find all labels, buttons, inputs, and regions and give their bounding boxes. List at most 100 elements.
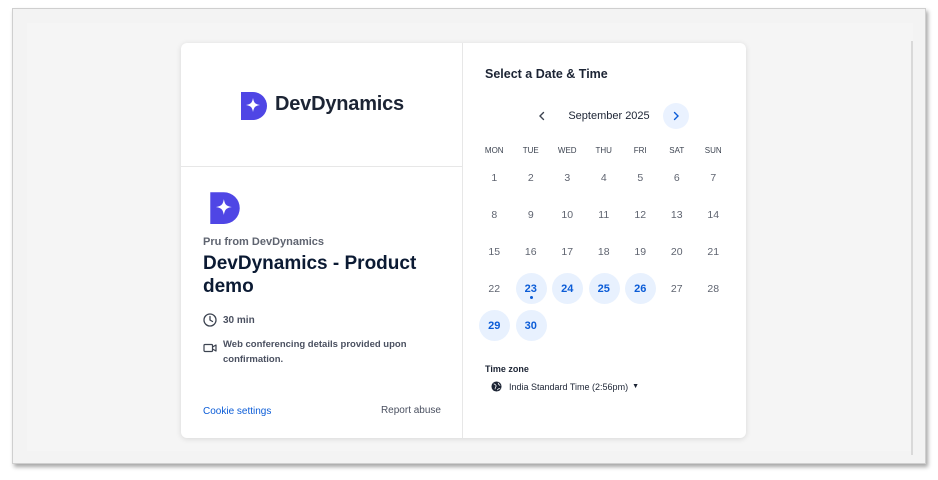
- today-indicator-dot: [529, 296, 533, 299]
- brand-name: DevDynamics: [275, 93, 404, 115]
- timezone-selector[interactable]: India Standard Time (2:56pm) ▼: [491, 381, 639, 392]
- calendar-date: 4: [586, 159, 623, 196]
- weekday-header: MON TUE WED THU FRI SAT SUN: [476, 146, 732, 155]
- date-number: 7: [710, 171, 717, 184]
- date-number: 11: [598, 208, 610, 221]
- conferencing-text: Web conferencing details provided upon c…: [223, 339, 407, 365]
- calendar-date: 1: [476, 159, 513, 196]
- date-number: 10: [561, 208, 574, 221]
- weekday-label: SAT: [669, 146, 685, 155]
- date-number: 2: [527, 171, 534, 184]
- calendar-date: 19: [622, 233, 659, 270]
- calendar-date: 12: [622, 196, 659, 233]
- calendar-date: 27: [659, 270, 696, 307]
- date-number: 25: [597, 282, 610, 295]
- weekday-label: TUE: [522, 146, 539, 155]
- date-number: 29: [488, 319, 501, 332]
- weekday-label: THU: [595, 146, 612, 155]
- calendar-date: 17: [549, 233, 586, 270]
- host-avatar-logo-icon: [210, 192, 240, 224]
- calendar-date: 7: [695, 159, 732, 196]
- calendar-date: 22: [476, 270, 513, 307]
- date-number: 15: [488, 245, 501, 258]
- calendar-date: 11: [586, 196, 623, 233]
- date-picker-panel: Select a Date & Time September 2025 MON …: [463, 43, 746, 438]
- weekday-label: MON: [484, 146, 504, 155]
- date-number: 24: [561, 282, 574, 295]
- conferencing-row: Web conferencing details provided upon c…: [203, 337, 433, 367]
- timezone-value: India Standard Time (2:56pm): [509, 381, 629, 392]
- date-number: 13: [670, 208, 683, 221]
- weekday-label: FRI: [633, 146, 647, 155]
- calendar-date: 21: [695, 233, 732, 270]
- calendar-date: 5: [622, 159, 659, 196]
- weekday-label: SUN: [704, 146, 722, 155]
- available-date-button[interactable]: 26: [622, 270, 659, 307]
- timezone-label: Time zone: [485, 364, 529, 374]
- date-number: 8: [491, 208, 498, 221]
- date-number: 22: [488, 282, 501, 295]
- devdynamics-logo-icon: [241, 91, 267, 120]
- caret-down-icon: ▼: [632, 383, 639, 390]
- event-details-panel: DevDynamics Pru from DevDynamics DevDyna…: [181, 43, 463, 438]
- event-title: DevDynamics - Product demo: [203, 253, 417, 297]
- calendar-date: 9: [513, 196, 550, 233]
- date-number: 3: [564, 171, 571, 184]
- date-number: 9: [527, 208, 534, 221]
- calendar-date: 3: [549, 159, 586, 196]
- date-number: 12: [634, 208, 647, 221]
- next-month-button[interactable]: [663, 103, 689, 129]
- weekday-label: WED: [557, 146, 577, 155]
- available-date-button[interactable]: 29: [476, 307, 513, 344]
- chevron-left-icon: [539, 111, 545, 121]
- date-number: 4: [600, 171, 607, 184]
- date-number: 26: [634, 282, 647, 295]
- calendar-date: 8: [476, 196, 513, 233]
- date-number: 1: [491, 171, 498, 184]
- date-number: 27: [670, 282, 683, 295]
- previous-month-button[interactable]: [529, 103, 555, 129]
- chevron-right-icon: [673, 111, 679, 121]
- month-navigation: September 2025: [529, 103, 689, 129]
- date-number: 20: [670, 245, 683, 258]
- calendar-date: 14: [695, 196, 732, 233]
- panel-title: Select a Date & Time: [485, 67, 608, 81]
- scrollbar[interactable]: [911, 41, 913, 455]
- calendar-date: 13: [659, 196, 696, 233]
- date-number: 5: [637, 171, 644, 184]
- available-date-button[interactable]: 24: [549, 270, 586, 307]
- brand-header: DevDynamics: [181, 43, 462, 167]
- calendar-date: 28: [695, 270, 732, 307]
- clock-icon: [203, 313, 217, 327]
- available-date-button[interactable]: 25: [586, 270, 623, 307]
- calendar-date: 10: [549, 196, 586, 233]
- brand-logo-lockup: DevDynamics: [239, 90, 404, 120]
- calendar-week-row: 15 16 17 18 19 20 21: [476, 233, 732, 270]
- date-number: 6: [673, 171, 680, 184]
- available-date-button[interactable]: 23: [513, 270, 550, 307]
- date-number: 14: [707, 208, 720, 221]
- calendar-date: 16: [513, 233, 550, 270]
- date-number: 23: [524, 282, 537, 295]
- cookie-settings-link[interactable]: Cookie settings: [203, 406, 271, 417]
- calendar-date: 2: [513, 159, 550, 196]
- booking-card: DevDynamics Pru from DevDynamics DevDyna…: [181, 43, 746, 438]
- date-number: 18: [597, 245, 610, 258]
- video-camera-icon: [203, 343, 217, 353]
- date-number: 19: [634, 245, 647, 258]
- calendar-grid: 1 2 3 4 5 6 7 8 9 10 11 12 13 14 15 16 17 18 19 20 21 22 23 24 2…: [476, 159, 732, 344]
- month-label: September 2025: [568, 110, 650, 122]
- available-date-button[interactable]: 30: [513, 307, 550, 344]
- date-number: 28: [707, 282, 720, 295]
- report-abuse-link[interactable]: Report abuse: [381, 405, 441, 416]
- duration-row: 30 min: [203, 313, 255, 327]
- calendar-week-row: 29 30: [476, 307, 732, 344]
- calendar-date: 20: [659, 233, 696, 270]
- date-number: 17: [561, 245, 574, 258]
- calendar-week-row: 22 23 24 25 26 27 28: [476, 270, 732, 307]
- calendar-week-row: 1 2 3 4 5 6 7: [476, 159, 732, 196]
- date-number: 30: [524, 319, 537, 332]
- duration-text: 30 min: [223, 314, 255, 326]
- calendar-date: 15: [476, 233, 513, 270]
- calendar-date: 18: [586, 233, 623, 270]
